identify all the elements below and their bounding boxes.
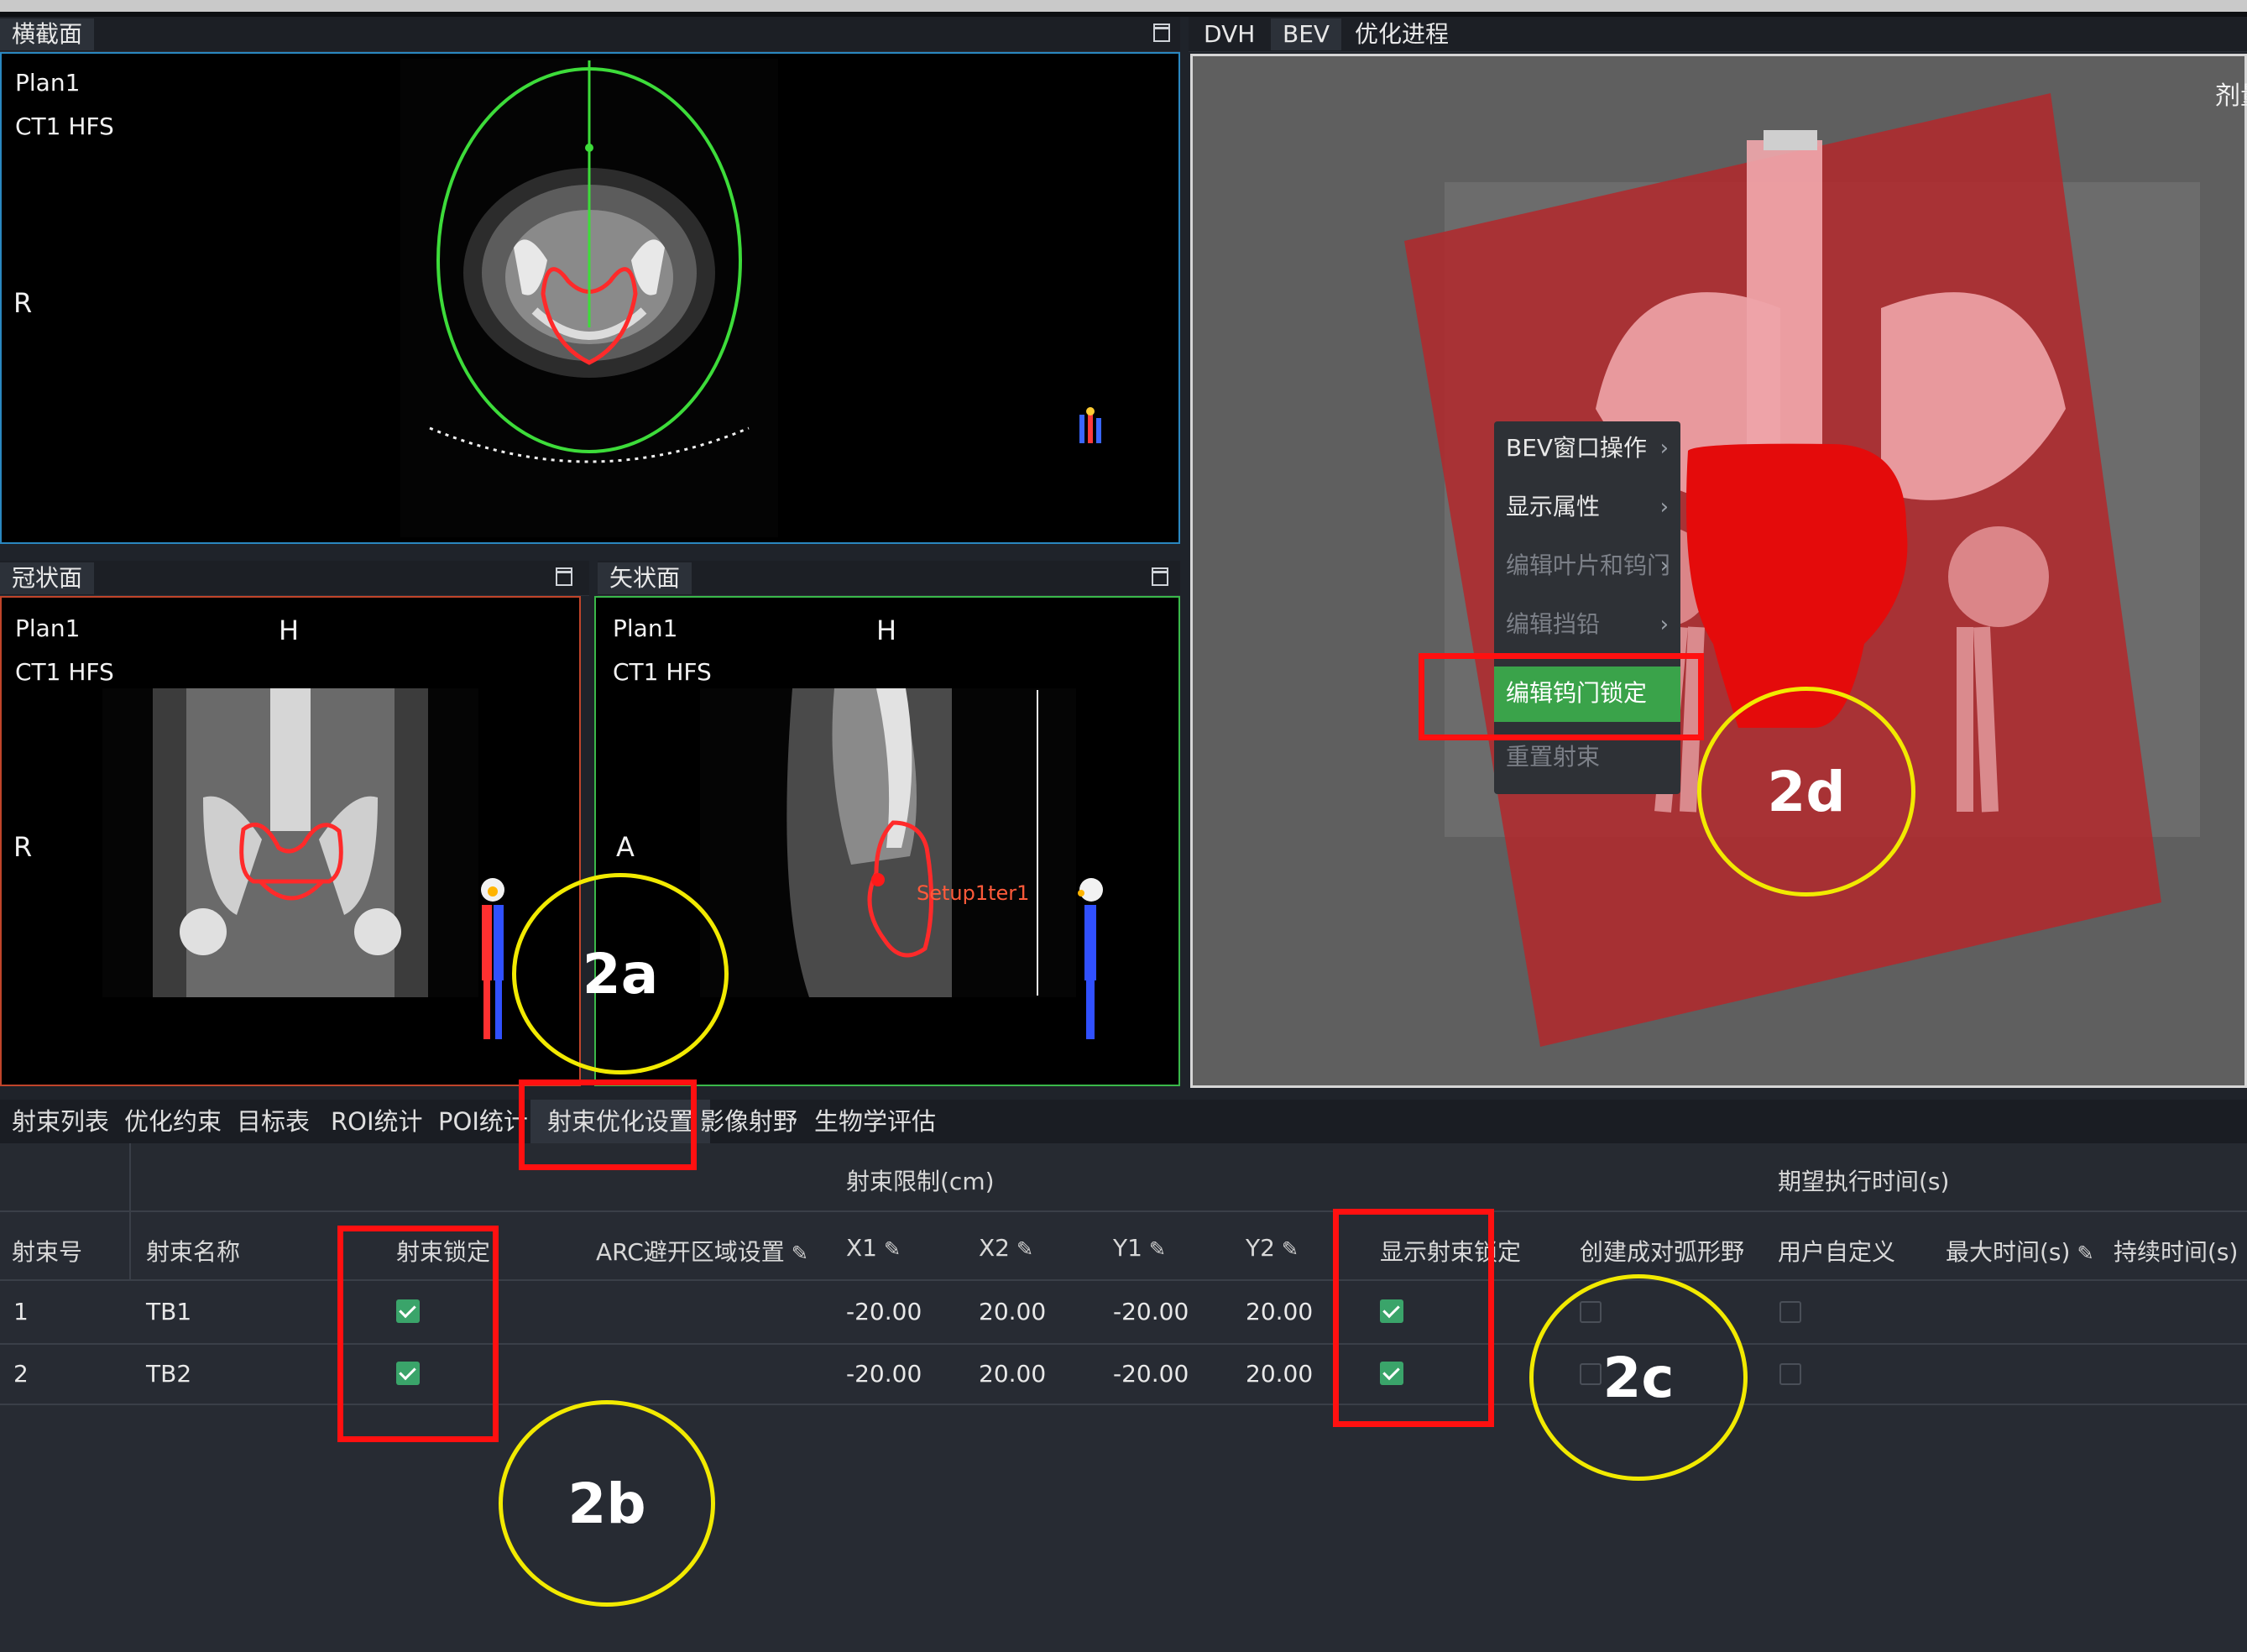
axial-tab[interactable]: 横截面 (0, 18, 95, 50)
tab-roi-stats[interactable]: ROI统计 (331, 1100, 423, 1143)
header-create-arc-pair: 创建成对弧形野 (1580, 1238, 1745, 1266)
chevron-right-icon: › (1659, 612, 1669, 637)
coronal-tab[interactable]: 冠状面 (0, 562, 95, 594)
pencil-icon[interactable]: ✎ (1149, 1237, 1166, 1261)
orientation-top: H (279, 614, 300, 646)
body-figure-icon (481, 878, 504, 1039)
top-strip (0, 0, 2247, 12)
menu-item-edit-block[interactable]: 编辑挡铅 › (1494, 598, 1680, 651)
axial-title-bar: 横截面 (0, 17, 1180, 52)
cell-beam-name: TB2 (146, 1360, 192, 1388)
cell-x1[interactable]: -20.00 (846, 1298, 922, 1325)
bottom-tab-bar: 射束列表 优化约束 目标表 ROI统计 POI统计 射束优化设置 影像射野 生物… (0, 1100, 2247, 1143)
pencil-icon[interactable]: ✎ (884, 1237, 901, 1261)
annotation-box-beam-lock (337, 1226, 499, 1442)
cell-beam-number: 2 (13, 1360, 29, 1388)
tab-biological-evaluation[interactable]: 生物学评估 (814, 1100, 936, 1143)
tab-optimization-constraints[interactable]: 优化约束 (124, 1100, 222, 1143)
bev-view[interactable]: 剂量 (1190, 54, 2247, 1088)
maximize-icon[interactable] (556, 567, 572, 586)
group-beam-limit: 射束限制(cm) (846, 1168, 995, 1195)
annotation-box-menu-item (1419, 653, 1704, 740)
header-y2[interactable]: Y2 ✎ (1246, 1234, 1299, 1262)
header-user-defined: 用户自定义 (1778, 1238, 1896, 1266)
cell-x2[interactable]: 20.00 (979, 1360, 1046, 1388)
ct-label: CT1 HFS (15, 658, 114, 686)
pencil-icon[interactable]: ✎ (2077, 1242, 2093, 1265)
axial-view[interactable]: Plan1 CT1 HFS R A (0, 52, 1180, 544)
menu-item-display-properties[interactable]: 显示属性 › (1494, 480, 1680, 534)
header-beam-number: 射束号 (12, 1238, 83, 1266)
annotation-box-show-lock (1333, 1209, 1494, 1427)
orientation-left: R (13, 831, 33, 863)
annotation-box-tab (519, 1080, 697, 1170)
tab-dvh[interactable]: DVH (1192, 18, 1267, 50)
annotation-circle-2c: 2c (1529, 1274, 1748, 1481)
sagittal-title-bar: 矢状面 (598, 561, 1180, 596)
annotation-circle-2b: 2b (499, 1400, 715, 1607)
pencil-icon[interactable]: ✎ (792, 1242, 808, 1265)
cell-y1[interactable]: -20.00 (1113, 1298, 1189, 1325)
sagittal-tab[interactable]: 矢状面 (598, 562, 692, 594)
tab-image-field[interactable]: 影像射野 (700, 1100, 797, 1143)
cell-y2[interactable]: 20.00 (1246, 1298, 1313, 1325)
user-defined-checkbox[interactable] (1779, 1301, 1801, 1323)
annotation-circle-2a: 2a (512, 873, 729, 1074)
menu-item-edit-leaves-jaws[interactable]: 编辑叶片和钨门 › (1494, 539, 1680, 593)
orientation-top: H (876, 614, 897, 646)
bev-render (1404, 93, 2200, 1047)
maximize-icon[interactable] (1153, 24, 1170, 42)
plan-label: Plan1 (15, 69, 81, 97)
right-title-bar: DVH BEV 优化进程 (1189, 17, 2247, 52)
coronal-title-bar: 冠状面 (0, 561, 589, 596)
plan-label: Plan1 (613, 614, 678, 642)
header-x1[interactable]: X1 ✎ (846, 1234, 901, 1262)
tab-target-table[interactable]: 目标表 (237, 1100, 310, 1143)
orientation-left: A (616, 831, 635, 863)
sagittal-ct-image (700, 688, 1076, 997)
group-expected-time: 期望执行时间(s) (1778, 1168, 1950, 1195)
pencil-icon[interactable]: ✎ (1016, 1237, 1033, 1261)
cell-y1[interactable]: -20.00 (1113, 1360, 1189, 1388)
annotation-circle-2d: 2d (1697, 687, 1915, 897)
user-defined-checkbox[interactable] (1779, 1363, 1801, 1385)
chevron-right-icon: › (1659, 436, 1669, 461)
header-y1[interactable]: Y1 ✎ (1113, 1234, 1166, 1262)
menu-item-bev-window-ops[interactable]: BEV窗口操作 › (1494, 421, 1680, 475)
cell-y2[interactable]: 20.00 (1246, 1360, 1313, 1388)
cell-beam-name: TB1 (146, 1298, 192, 1325)
cell-beam-number: 1 (13, 1298, 29, 1325)
tab-poi-stats[interactable]: POI统计 (438, 1100, 528, 1143)
header-x2[interactable]: X2 ✎ (979, 1234, 1033, 1262)
ct-label: CT1 HFS (15, 112, 114, 140)
orientation-icon (1079, 407, 1101, 443)
coronal-ct-image (102, 688, 478, 997)
chevron-right-icon: › (1659, 494, 1669, 520)
orientation-left: R (13, 287, 33, 319)
tab-optimization-progress[interactable]: 优化进程 (1343, 18, 1461, 50)
header-arc-avoid[interactable]: ARC避开区域设置 ✎ (596, 1234, 808, 1268)
header-max-time[interactable]: 最大时间(s) ✎ (1946, 1234, 2094, 1268)
header-duration: 持续时间(s) (2114, 1238, 2239, 1266)
coronal-view[interactable]: Plan1 CT1 HFS R H (0, 596, 581, 1086)
tab-beam-list[interactable]: 射束列表 (12, 1100, 109, 1143)
maximize-icon[interactable] (1152, 567, 1168, 586)
cell-x2[interactable]: 20.00 (979, 1298, 1046, 1325)
ct-label: CT1 HFS (613, 658, 712, 686)
body-figure-icon (1078, 878, 1103, 1039)
tab-bev[interactable]: BEV (1271, 18, 1342, 50)
setup-label: Setup1ter1 (917, 881, 1030, 905)
plan-label: Plan1 (15, 614, 81, 642)
header-beam-name: 射束名称 (146, 1238, 241, 1266)
axial-ct-image (400, 59, 778, 537)
cell-x1[interactable]: -20.00 (846, 1360, 922, 1388)
pencil-icon[interactable]: ✎ (1282, 1237, 1299, 1261)
chevron-right-icon: › (1659, 553, 1669, 578)
